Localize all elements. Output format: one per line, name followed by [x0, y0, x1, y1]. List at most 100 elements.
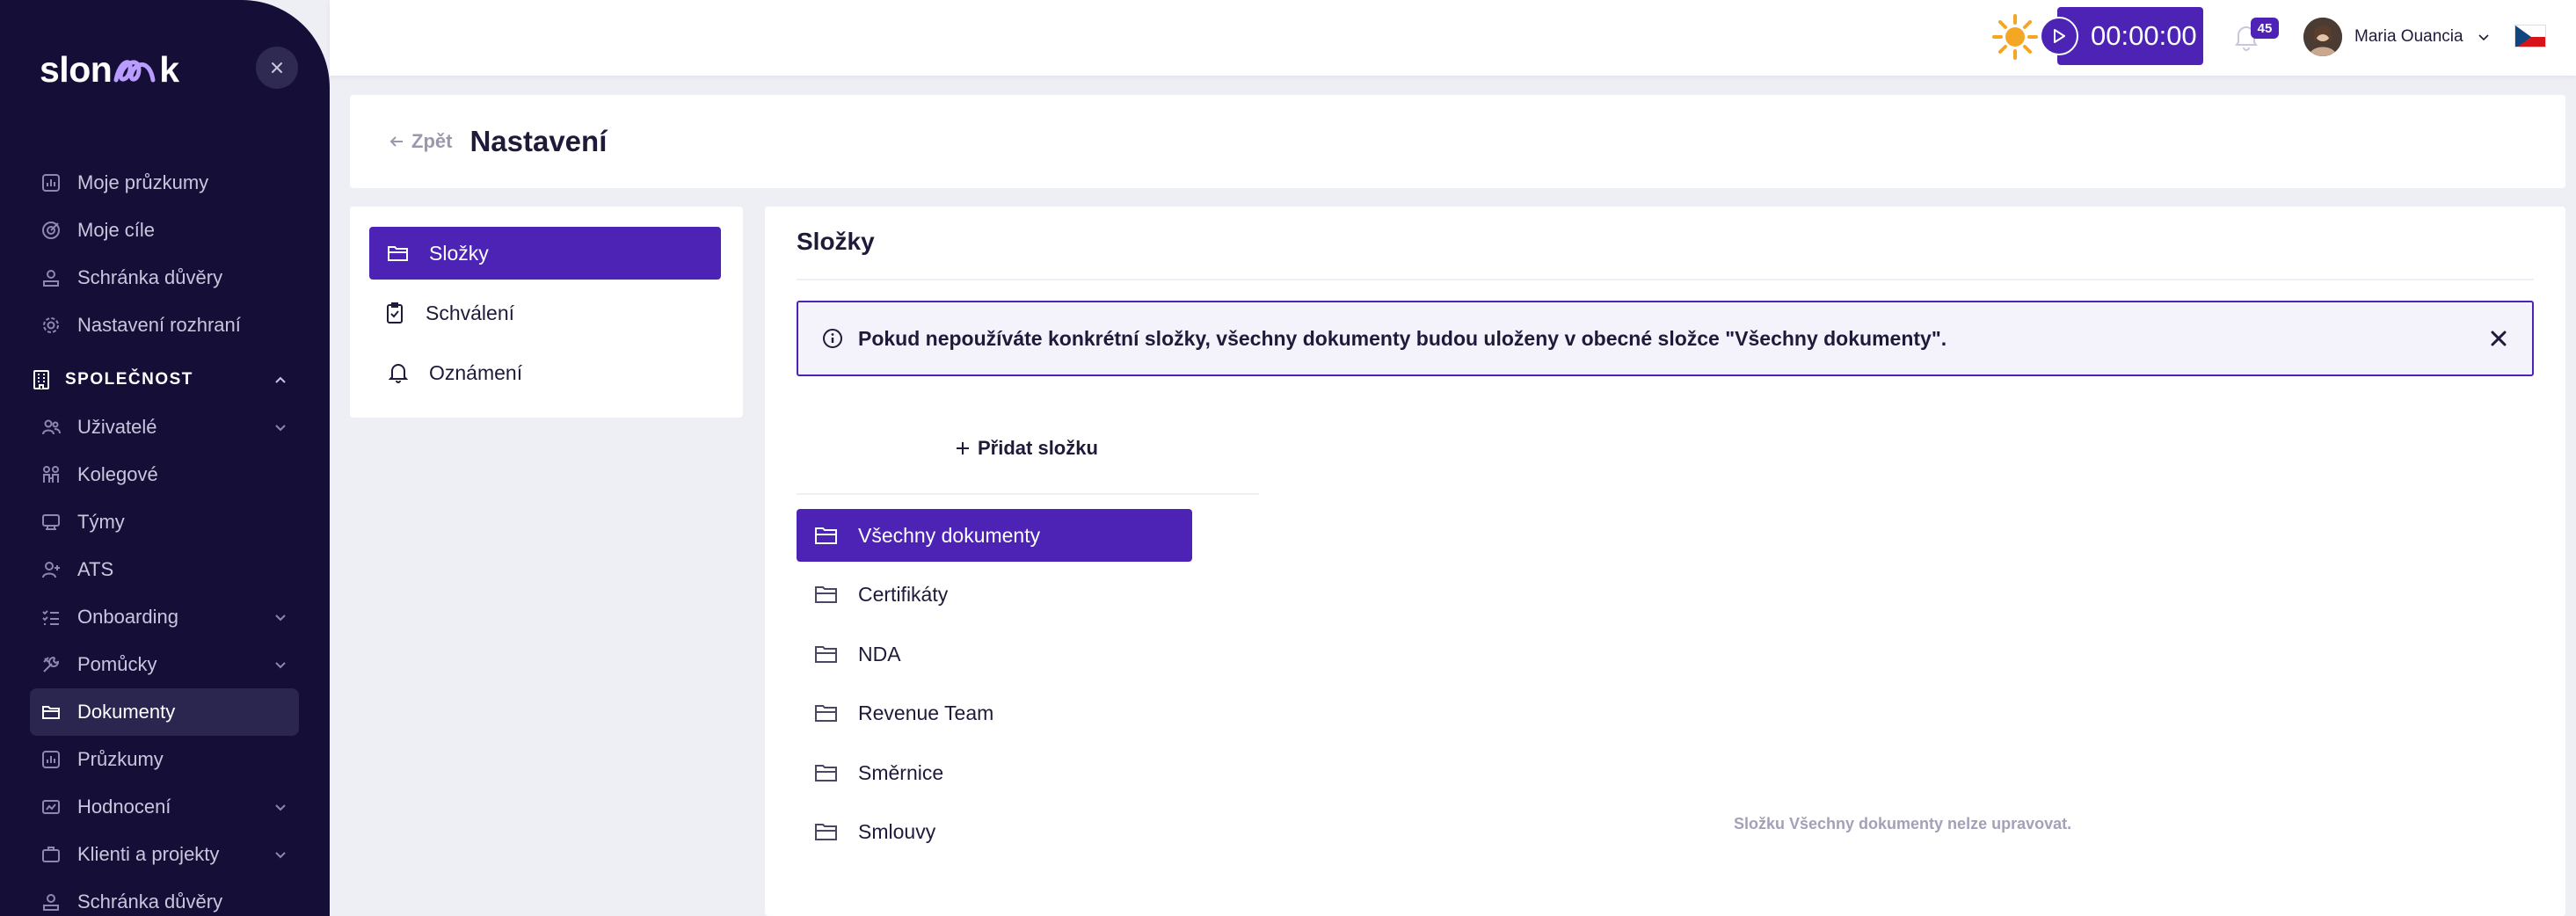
user-plus-icon: [42, 562, 60, 578]
settings-menu: Složky Schválení Oznámení: [350, 207, 743, 418]
settings-tab-label: Schválení: [426, 301, 515, 324]
gear-icon: [43, 317, 59, 333]
info-alert: Pokud nepoužíváte konkrétní složky, všec…: [797, 301, 2534, 376]
sidebar-item-pomucky[interactable]: Pomůcky: [30, 641, 299, 688]
folder-label: Všechny dokumenty: [858, 523, 1041, 547]
sidebar-item-label: Schránka důvěry: [77, 266, 223, 288]
folders-panel: Složky Pokud nepoužíváte konkrétní složk…: [765, 207, 2565, 916]
user-name: Maria Ouancia: [2354, 27, 2463, 46]
sidebar-item-label: Uživatelé: [77, 416, 157, 438]
folder-label: Smlouvy: [858, 819, 936, 843]
rating-icon: [42, 800, 60, 814]
back-link[interactable]: Zpět: [389, 130, 452, 153]
user-menu[interactable]: Maria Ouancia: [2303, 18, 2492, 56]
sidebar-item-label: ATS: [77, 558, 114, 580]
folder-item-smlouvy[interactable]: Smlouvy: [797, 805, 1192, 858]
chart-box-icon: [42, 174, 60, 192]
settings-tab-oznameni[interactable]: Oznámení: [369, 346, 721, 399]
sidebar-item-schranka-duvery[interactable]: Schránka důvěry: [30, 254, 299, 302]
sidebar-section-spolecnost[interactable]: SPOLEČNOST: [30, 356, 299, 403]
tools-icon: [43, 656, 60, 672]
sidebar-item-uzivatele[interactable]: Uživatelé: [30, 403, 299, 451]
sidebar-item-label: Dokumenty: [77, 701, 176, 723]
sidebar-section-label: SPOLEČNOST: [65, 370, 193, 389]
sidebar-item-moje-pruzkumy[interactable]: Moje průzkumy: [30, 159, 299, 207]
sidebar-item-label: Nastavení rozhraní: [77, 314, 241, 336]
sidebar-item-label: Týmy: [77, 511, 125, 533]
chevron-down-icon: [275, 425, 286, 432]
folder-label: Certifikáty: [858, 582, 949, 606]
settings-tab-label: Oznámení: [429, 360, 523, 384]
sidebar-item-schranka-duvery-2[interactable]: Schránka důvěry: [30, 878, 299, 916]
target-icon: [42, 222, 60, 239]
sidebar-item-nastaveni-rozhrani[interactable]: Nastavení rozhraní: [30, 302, 299, 349]
sidebar-item-label: Klienti a projekty: [77, 843, 220, 865]
logo-text-end: k: [159, 49, 179, 90]
sidebar-item-label: Průzkumy: [77, 748, 164, 770]
add-folder-button[interactable]: Přidat složku: [955, 437, 1098, 460]
users-icon: [42, 419, 61, 435]
folder-icon: [815, 646, 837, 663]
chevron-down-icon: [275, 662, 286, 669]
building-icon: [33, 370, 49, 389]
logo-loops-icon: [113, 59, 156, 82]
sidebar-item-dokumenty[interactable]: Dokumenty: [30, 688, 299, 736]
sidebar-item-label: Onboarding: [77, 606, 178, 628]
folder-item-vsechny-dokumenty[interactable]: Všechny dokumenty: [797, 509, 1192, 562]
list-check-icon: [42, 610, 59, 625]
sidebar-item-klienti-a-projekty[interactable]: Klienti a projekty: [30, 831, 299, 878]
sun-icon[interactable]: [1990, 12, 2040, 62]
folder-icon: [42, 706, 60, 719]
folder-icon: [388, 246, 408, 261]
language-flag-cz-icon[interactable]: [2514, 25, 2546, 47]
info-icon: [823, 329, 842, 348]
folder-icon: [815, 705, 837, 722]
sidebar-item-ats[interactable]: ATS: [30, 546, 299, 593]
sidebar-item-tymy[interactable]: Týmy: [30, 498, 299, 546]
sidebar-item-moje-cile[interactable]: Moje cíle: [30, 207, 299, 254]
bell-icon: [389, 364, 408, 383]
chevron-down-icon: [2478, 34, 2489, 41]
close-icon[interactable]: [2488, 328, 2509, 349]
settings-tab-slozky[interactable]: Složky: [369, 227, 721, 280]
page-header: Zpět Nastavení: [350, 95, 2565, 188]
chevron-up-icon: [275, 376, 286, 383]
readonly-note: Složku Všechny dokumenty nelze upravovat…: [1734, 815, 2072, 832]
chevron-down-icon: [275, 614, 286, 622]
sidebar-item-label: Hodnocení: [77, 796, 171, 818]
sidebar-item-onboarding[interactable]: Onboarding: [30, 593, 299, 641]
panel-title: Složky: [797, 228, 875, 255]
trust-box-icon: [43, 894, 59, 911]
play-button[interactable]: [2040, 17, 2078, 55]
play-icon: [2054, 29, 2065, 43]
sidebar-close-button[interactable]: [256, 47, 298, 89]
chart-box-icon: [42, 751, 60, 768]
add-folder-label: Přidat složku: [978, 437, 1098, 459]
sidebar: slon k Moje průzkumy Moje cíle Schránka …: [0, 0, 330, 916]
settings-tab-label: Složky: [429, 241, 489, 265]
briefcase-icon: [42, 847, 60, 862]
settings-tab-schvaleni[interactable]: Schválení: [369, 287, 721, 339]
folder-item-smernice[interactable]: Směrnice: [797, 746, 1192, 799]
folder-icon: [815, 527, 837, 544]
teams-icon: [42, 514, 60, 530]
time-tracker-button[interactable]: 00:00:00: [2040, 7, 2203, 65]
folder-item-nda[interactable]: NDA: [797, 628, 1192, 680]
clipboard-check-icon: [387, 302, 403, 324]
logo-text-start: slon: [40, 49, 113, 90]
sidebar-item-label: Moje průzkumy: [77, 171, 209, 193]
sidebar-item-kolegove[interactable]: Kolegové: [30, 451, 299, 498]
notifications-badge: 45: [2251, 18, 2279, 39]
folder-item-certifikaty[interactable]: Certifikáty: [797, 568, 1192, 621]
sidebar-item-hodnoceni[interactable]: Hodnocení: [30, 783, 299, 831]
page-title: Nastavení: [469, 125, 608, 157]
avatar: [2303, 18, 2342, 56]
folder-item-revenue-team[interactable]: Revenue Team: [797, 687, 1192, 739]
trust-box-icon: [43, 270, 59, 287]
divider: [797, 279, 2534, 280]
logo[interactable]: slon k: [40, 49, 179, 91]
plus-icon: [957, 442, 969, 454]
sidebar-nav: Moje průzkumy Moje cíle Schránka důvěry …: [30, 159, 299, 916]
sidebar-item-pruzkumy[interactable]: Průzkumy: [30, 736, 299, 783]
arrow-left-icon: [389, 136, 403, 147]
